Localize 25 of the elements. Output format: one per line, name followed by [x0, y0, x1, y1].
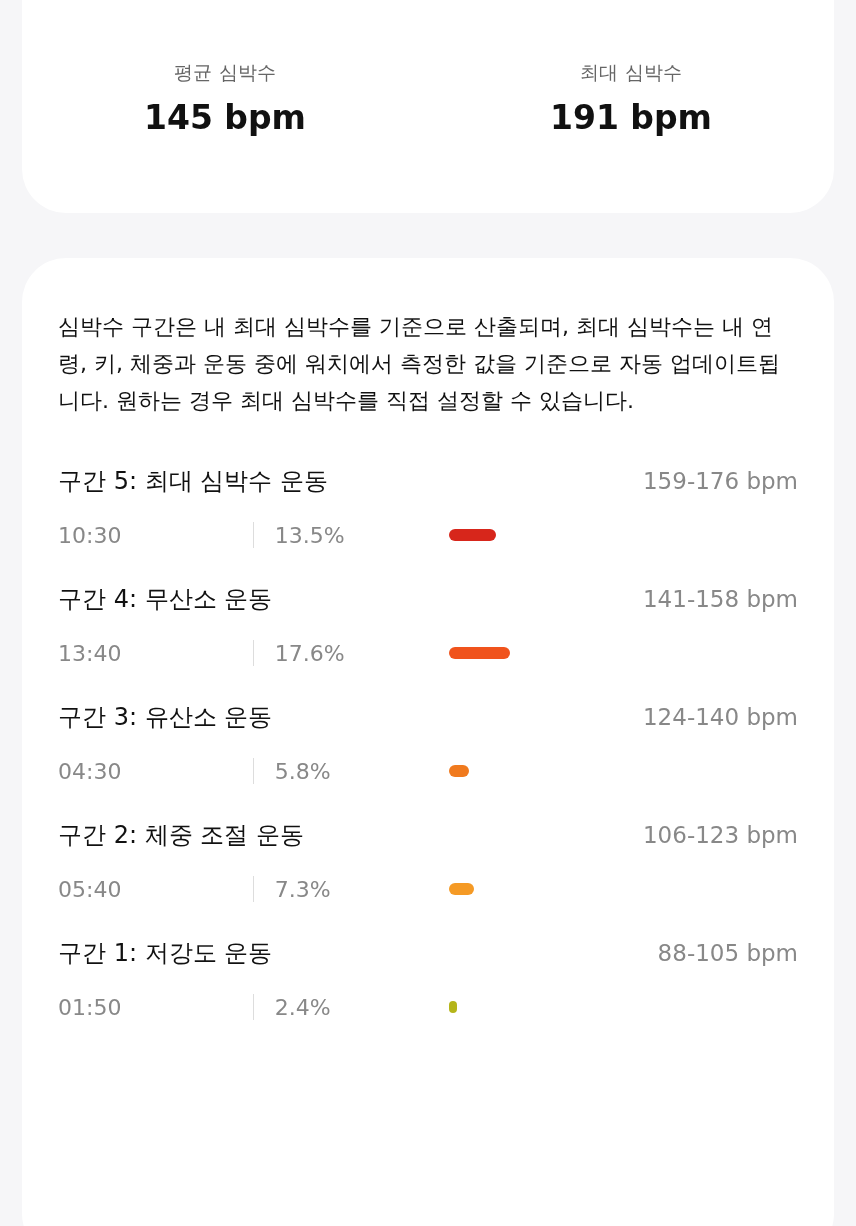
stat-value: 191 bpm: [550, 96, 712, 139]
zone-range: 88-105 bpm: [657, 938, 798, 968]
zone-title: 구간 1: 저강도 운동: [58, 938, 273, 969]
zone-percent: 17.6%: [273, 639, 346, 668]
stat-label: 평균 심박수: [174, 60, 276, 85]
zone-time: 13:40: [58, 639, 123, 668]
zone-time: 01:50: [58, 993, 123, 1022]
zone-time: 04:30: [58, 757, 123, 786]
zone-percent: 2.4%: [273, 993, 332, 1022]
zone-range: 106-123 bpm: [643, 820, 798, 850]
zone-range: 159-176 bpm: [643, 466, 798, 496]
zone-percent: 5.8%: [273, 757, 332, 786]
stat-value: 145 bpm: [144, 96, 306, 139]
zone-time: 05:40: [58, 875, 123, 904]
zone-range: 124-140 bpm: [643, 702, 798, 732]
zone-range: 141-158 bpm: [643, 584, 798, 614]
stat-label: 최대 심박수: [580, 60, 682, 85]
description-text: 심박수 구간은 내 최대 심박수를 기준으로 산출되며, 최대 심박수는 내 연령, 키, 체중과 운동 중에 워치에서 측정한 값을 기준으로 자동 업데이트됩니다. 원하는 경우 최대 심박수를 직접 설정할 수 있습니다.: [58, 313, 781, 415]
zone-title: 구간 4: 무산소 운동: [58, 584, 273, 615]
zone-percent: 7.3%: [273, 875, 332, 904]
zone-title: 구간 2: 체중 조절 운동: [58, 820, 304, 851]
zone-percent: 13.5%: [273, 521, 346, 550]
zone-time: 10:30: [58, 521, 123, 550]
zone-title: 구간 5: 최대 심박수 운동: [58, 466, 328, 497]
zone-title: 구간 3: 유산소 운동: [58, 702, 273, 733]
